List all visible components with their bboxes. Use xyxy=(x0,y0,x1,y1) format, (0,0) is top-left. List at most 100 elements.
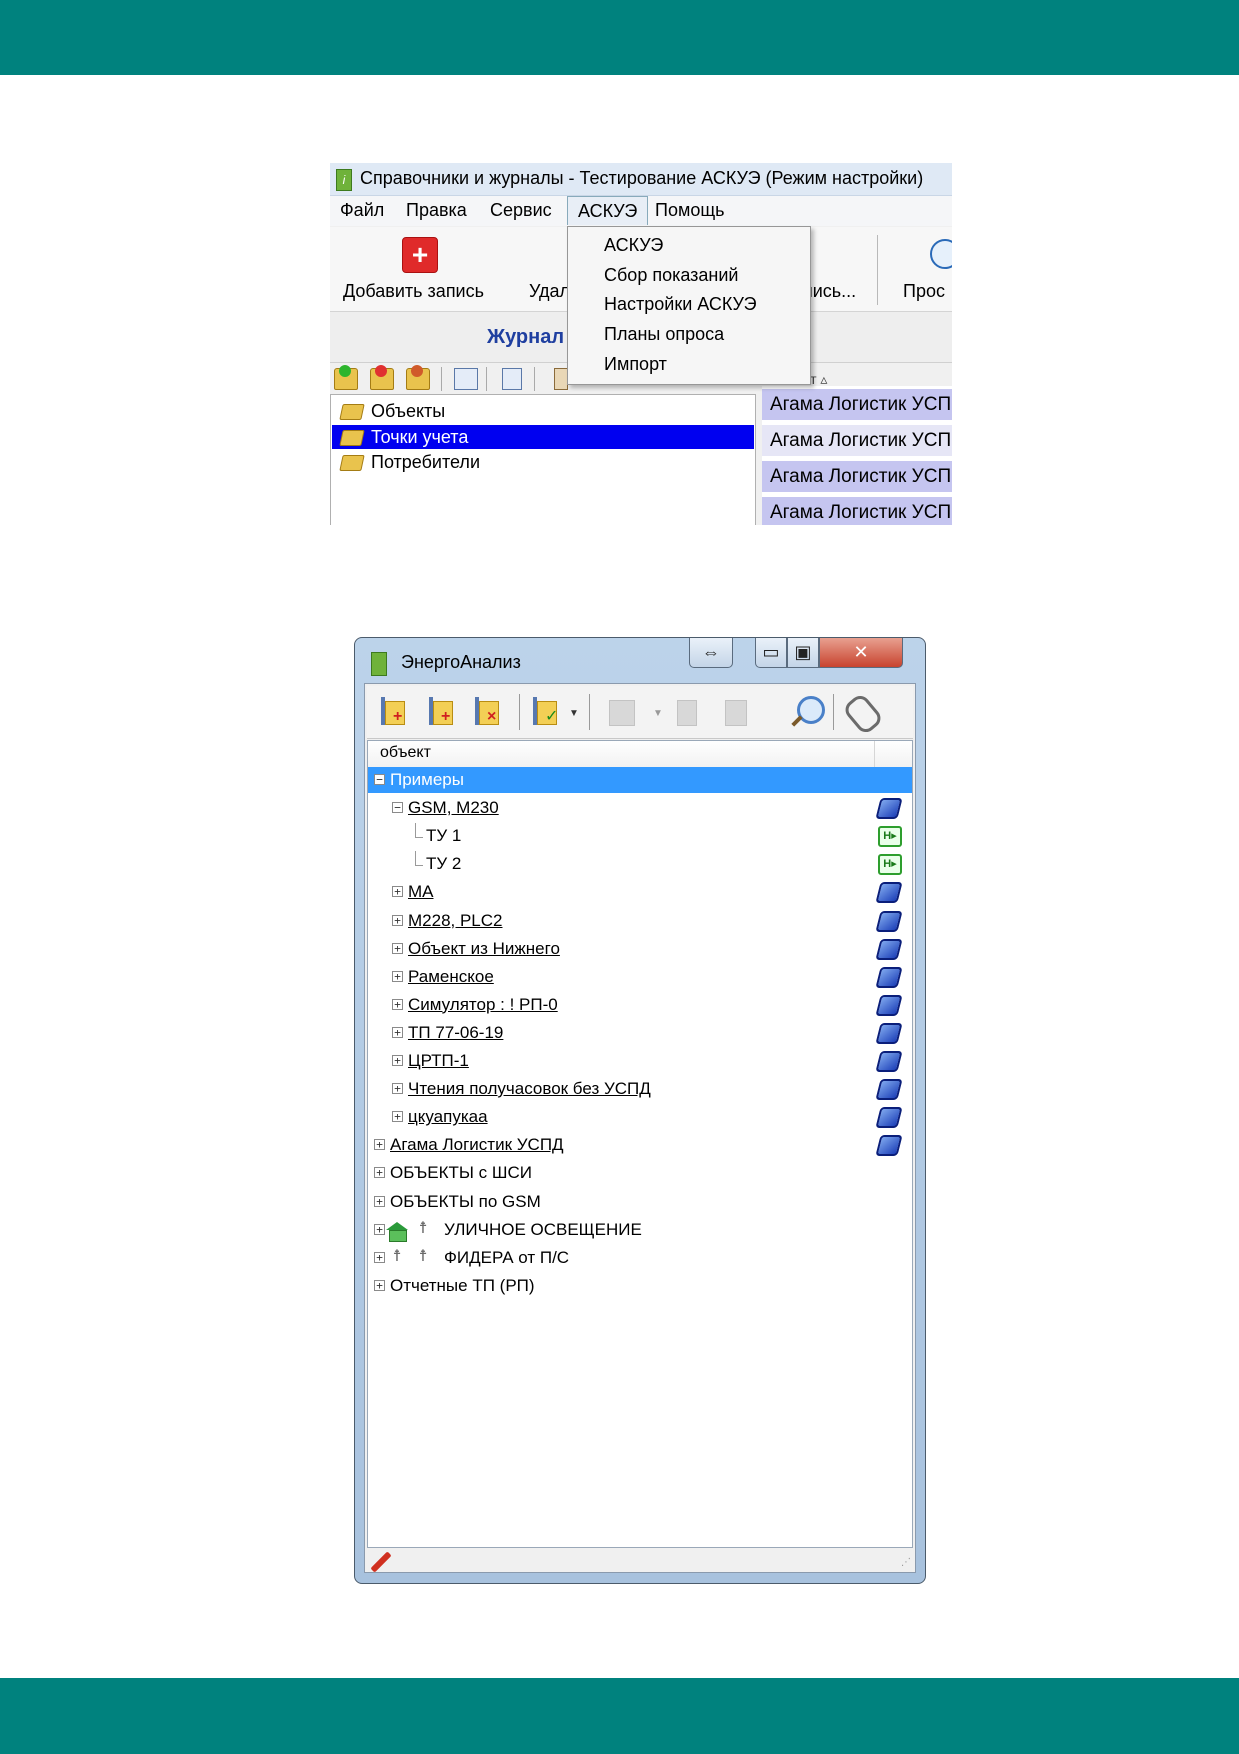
tree-row[interactable]: + Раменское xyxy=(368,964,912,990)
expand-icon[interactable]: + xyxy=(392,942,403,954)
tree-row[interactable]: + ОБЪЕКТЫ по GSM xyxy=(368,1189,912,1215)
devices-info-icon[interactable] xyxy=(721,695,753,727)
expand-icon[interactable]: + xyxy=(374,1251,385,1263)
table-row[interactable]: Агама Логистик УСП xyxy=(762,461,952,493)
view-button[interactable]: Прос xyxy=(903,281,945,302)
category-tree: Объекты Точки учета Потребители xyxy=(330,394,756,525)
menu-help[interactable]: Помощь xyxy=(655,200,725,221)
delete-folder-icon[interactable] xyxy=(370,365,394,390)
tree-row[interactable]: + Объект из Нижнего xyxy=(368,936,912,962)
device-status-icon[interactable] xyxy=(875,1051,903,1072)
add-node-icon[interactable]: + xyxy=(379,695,411,727)
close-button[interactable]: ✕ xyxy=(819,638,903,668)
tree-row[interactable]: + Отчетные ТП (РП) xyxy=(368,1273,912,1299)
house-icon xyxy=(386,1221,408,1230)
tree-row[interactable]: + МА xyxy=(368,879,912,905)
tree-row[interactable]: − Примеры xyxy=(368,767,912,793)
expand-icon[interactable]: + xyxy=(392,886,403,898)
resize-arrows-icon[interactable]: ⇔ xyxy=(689,638,733,668)
table-row[interactable]: Агама Логистик УСП xyxy=(762,389,952,421)
expand-icon[interactable]: + xyxy=(374,1195,385,1207)
toolbar-divider xyxy=(441,367,442,391)
document-list-icon[interactable] xyxy=(454,368,478,390)
search-icon[interactable] xyxy=(797,696,825,724)
expand-icon[interactable]: + xyxy=(392,1026,403,1038)
expand-icon[interactable]: + xyxy=(374,1279,385,1291)
tree-row[interactable]: + ☨ УЛИЧНОЕ ОСВЕЩЕНИЕ xyxy=(368,1217,912,1243)
clipboard-icon[interactable] xyxy=(554,368,568,390)
table-icon[interactable] xyxy=(605,695,637,727)
tree-row[interactable]: + ☨ ☨ ФИДЕРА от П/С xyxy=(368,1245,912,1271)
menu-service[interactable]: Сервис xyxy=(490,200,552,221)
menu-item-askue-settings[interactable]: Настройки АСКУЭ xyxy=(604,294,757,315)
expand-icon[interactable]: + xyxy=(392,914,403,926)
device-status-icon[interactable] xyxy=(875,1135,903,1157)
tree-row[interactable]: + ОБЪЕКТЫ с ШСИ xyxy=(368,1160,912,1186)
menu-file[interactable]: Файл xyxy=(340,200,384,221)
tree-row[interactable]: + Чтения получасовок без УСПД xyxy=(368,1076,912,1102)
device-info-icon[interactable] xyxy=(673,695,705,727)
tree-row[interactable]: + M228, PLC2 xyxy=(368,908,912,934)
device-status-icon[interactable] xyxy=(875,1022,903,1044)
document-icon[interactable] xyxy=(502,368,522,390)
add-child-node-icon[interactable]: + xyxy=(427,695,459,727)
column-divider[interactable] xyxy=(874,741,875,767)
menu-item-import[interactable]: Импорт xyxy=(604,354,667,375)
expand-icon[interactable]: + xyxy=(374,1223,385,1235)
expand-icon[interactable]: + xyxy=(392,998,403,1010)
expand-icon[interactable]: + xyxy=(392,970,403,982)
menu-item-readings-collection[interactable]: Сбор показаний xyxy=(604,265,738,286)
tree-row[interactable]: + цкуапукаа xyxy=(368,1104,912,1130)
menu-askue[interactable]: АСКУЭ xyxy=(567,196,649,225)
paperclip-icon[interactable] xyxy=(841,691,885,737)
tree-row[interactable]: + ТП 77-06-19 xyxy=(368,1020,912,1046)
tree-row[interactable]: + Агама Логистик УСПД xyxy=(368,1132,912,1158)
tree-row[interactable]: + Симулятор : ! РП-0 xyxy=(368,992,912,1018)
device-status-icon[interactable] xyxy=(875,798,903,820)
edit-folder-icon[interactable] xyxy=(406,365,430,390)
device-status-icon[interactable] xyxy=(875,994,903,1016)
collapse-icon[interactable]: − xyxy=(374,774,385,785)
add-record-icon[interactable]: + xyxy=(402,237,438,273)
expand-icon[interactable]: + xyxy=(392,1111,403,1123)
tree-item-objects[interactable]: Объекты xyxy=(335,399,755,423)
search-icon[interactable] xyxy=(930,239,952,269)
menu-edit[interactable]: Правка xyxy=(406,200,467,221)
expand-icon[interactable]: + xyxy=(392,1055,403,1066)
expand-icon[interactable]: + xyxy=(392,1083,403,1095)
collapse-icon[interactable]: − xyxy=(392,802,403,814)
expand-icon[interactable]: + xyxy=(374,1167,385,1179)
delete-record-button[interactable]: Удал xyxy=(529,281,570,302)
chevron-down-icon[interactable]: ▼ xyxy=(653,708,663,719)
tree-row[interactable]: + ЦРТП-1 xyxy=(368,1048,912,1074)
add-record-button[interactable]: Добавить запись xyxy=(343,281,484,302)
meter-point-icon[interactable]: H▸ xyxy=(878,826,902,848)
chevron-down-icon[interactable]: ▼ xyxy=(569,708,579,719)
maximize-button[interactable]: ▣ xyxy=(787,638,819,668)
menu-item-askue[interactable]: АСКУЭ xyxy=(604,235,663,256)
tree-item-consumers[interactable]: Потребители xyxy=(335,450,755,474)
device-status-icon[interactable] xyxy=(875,966,903,988)
device-status-icon[interactable] xyxy=(875,882,903,904)
column-header[interactable]: объект xyxy=(368,741,912,768)
add-folder-icon[interactable] xyxy=(334,365,358,390)
tree-row[interactable]: ТУ 2 H▸ xyxy=(368,851,912,877)
check-node-icon[interactable]: ✓ xyxy=(531,695,563,727)
table-row[interactable]: Агама Логистик УСП xyxy=(762,497,952,525)
power-pole-icon: ☨ xyxy=(418,1247,428,1265)
expand-icon[interactable]: + xyxy=(374,1139,385,1151)
resize-grip-icon[interactable]: ⋰ xyxy=(901,1557,911,1568)
menu-item-polling-plans[interactable]: Планы опроса xyxy=(604,324,724,345)
tree-row[interactable]: − GSM, M230 xyxy=(368,795,912,821)
device-status-icon[interactable] xyxy=(875,910,903,932)
device-status-icon[interactable] xyxy=(875,938,903,960)
meter-point-icon[interactable]: H▸ xyxy=(878,854,902,876)
tree-row[interactable]: ТУ 1 H▸ xyxy=(368,823,912,849)
tree-row-label: МА xyxy=(408,882,434,902)
delete-node-icon[interactable]: × xyxy=(473,695,505,727)
table-row[interactable]: Агама Логистик УСП xyxy=(762,425,952,457)
device-status-icon[interactable] xyxy=(875,1079,903,1101)
tree-item-metering-points[interactable]: Точки учета xyxy=(332,425,754,449)
device-status-icon[interactable] xyxy=(875,1107,903,1129)
minimize-button[interactable]: ▭ xyxy=(755,638,787,668)
